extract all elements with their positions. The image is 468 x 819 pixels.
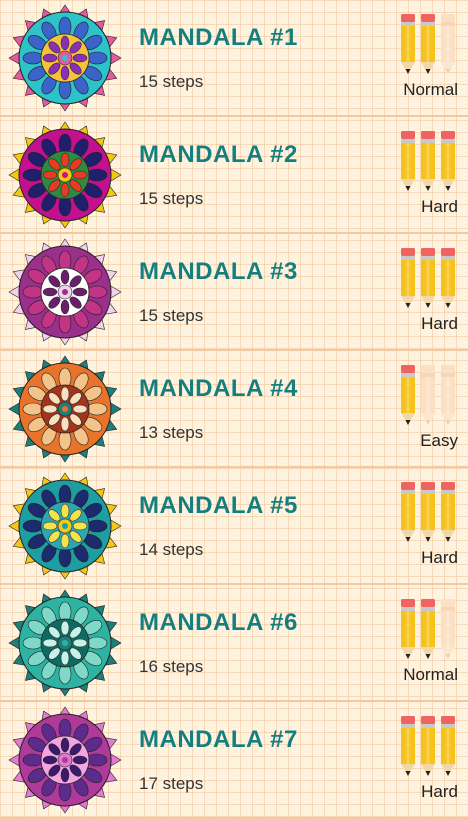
pencil-icon-inactive xyxy=(440,365,456,425)
pencil-icon-active xyxy=(440,716,456,776)
difficulty-label: Normal xyxy=(403,665,458,684)
mandala-title: MANDALA #4 xyxy=(139,375,298,402)
pencil-icon-active xyxy=(400,716,416,776)
mandala-thumbnail[interactable] xyxy=(6,2,124,115)
mandala-title: MANDALA #2 xyxy=(139,141,298,168)
pencil-icon-active xyxy=(440,131,456,191)
mandala-list-item[interactable]: MANDALA #3 15 steps Hard xyxy=(0,234,468,351)
mandala-list-item[interactable]: MANDALA #2 15 steps Hard xyxy=(0,117,468,234)
mandala-thumbnail[interactable] xyxy=(6,704,124,817)
difficulty-pencils xyxy=(398,716,456,776)
pencil-icon-active xyxy=(420,131,436,191)
pencil-icon-active xyxy=(400,14,416,74)
difficulty-label: Hard xyxy=(421,197,458,216)
mandala-title: MANDALA #7 xyxy=(139,726,298,753)
mandala-list-item[interactable]: MANDALA #5 14 steps Hard xyxy=(0,468,468,585)
mandala-thumbnail[interactable] xyxy=(6,353,124,466)
pencil-icon-inactive xyxy=(440,14,456,74)
pencil-icon-active xyxy=(420,599,436,659)
mandala-steps-count: 14 steps xyxy=(139,540,204,559)
difficulty-pencils xyxy=(398,131,456,191)
mandala-thumbnail[interactable] xyxy=(6,236,124,349)
mandala-thumbnail[interactable] xyxy=(6,470,124,583)
difficulty-pencils xyxy=(398,14,456,74)
pencil-icon-active xyxy=(400,599,416,659)
difficulty-label: Easy xyxy=(420,431,458,450)
mandala-list-item[interactable]: MANDALA #4 13 steps Easy xyxy=(0,351,468,468)
mandala-list: MANDALA #1 15 steps Normal MANDALA #2 15 st… xyxy=(0,0,468,819)
pencil-icon-active xyxy=(420,482,436,542)
mandala-list-item[interactable]: MANDALA #1 15 steps Normal xyxy=(0,0,468,117)
mandala-steps-count: 17 steps xyxy=(139,774,204,793)
mandala-thumbnail[interactable] xyxy=(6,587,124,700)
pencil-icon-active xyxy=(400,482,416,542)
difficulty-label: Normal xyxy=(403,80,458,99)
mandala-thumbnail[interactable] xyxy=(6,119,124,232)
difficulty-pencils xyxy=(398,248,456,308)
mandala-steps-count: 16 steps xyxy=(139,657,204,676)
mandala-title: MANDALA #5 xyxy=(139,492,298,519)
mandala-list-item[interactable]: MANDALA #6 16 steps Normal xyxy=(0,585,468,702)
pencil-icon-inactive xyxy=(420,365,436,425)
mandala-steps-count: 15 steps xyxy=(139,189,204,208)
pencil-icon-active xyxy=(420,14,436,74)
pencil-icon-active xyxy=(400,248,416,308)
mandala-title: MANDALA #1 xyxy=(139,24,298,51)
difficulty-label: Hard xyxy=(421,314,458,333)
mandala-steps-count: 15 steps xyxy=(139,72,204,91)
pencil-icon-active xyxy=(420,248,436,308)
mandala-steps-count: 13 steps xyxy=(139,423,204,442)
difficulty-pencils xyxy=(398,482,456,542)
pencil-icon-active xyxy=(400,131,416,191)
mandala-steps-count: 15 steps xyxy=(139,306,204,325)
difficulty-label: Hard xyxy=(421,548,458,567)
pencil-icon-active xyxy=(440,482,456,542)
mandala-title: MANDALA #3 xyxy=(139,258,298,285)
difficulty-pencils xyxy=(398,365,456,425)
pencil-icon-active xyxy=(440,248,456,308)
mandala-list-item[interactable]: MANDALA #7 17 steps Hard xyxy=(0,702,468,819)
difficulty-pencils xyxy=(398,599,456,659)
mandala-title: MANDALA #6 xyxy=(139,609,298,636)
pencil-icon-inactive xyxy=(440,599,456,659)
pencil-icon-active xyxy=(420,716,436,776)
pencil-icon-active xyxy=(400,365,416,425)
difficulty-label: Hard xyxy=(421,782,458,801)
